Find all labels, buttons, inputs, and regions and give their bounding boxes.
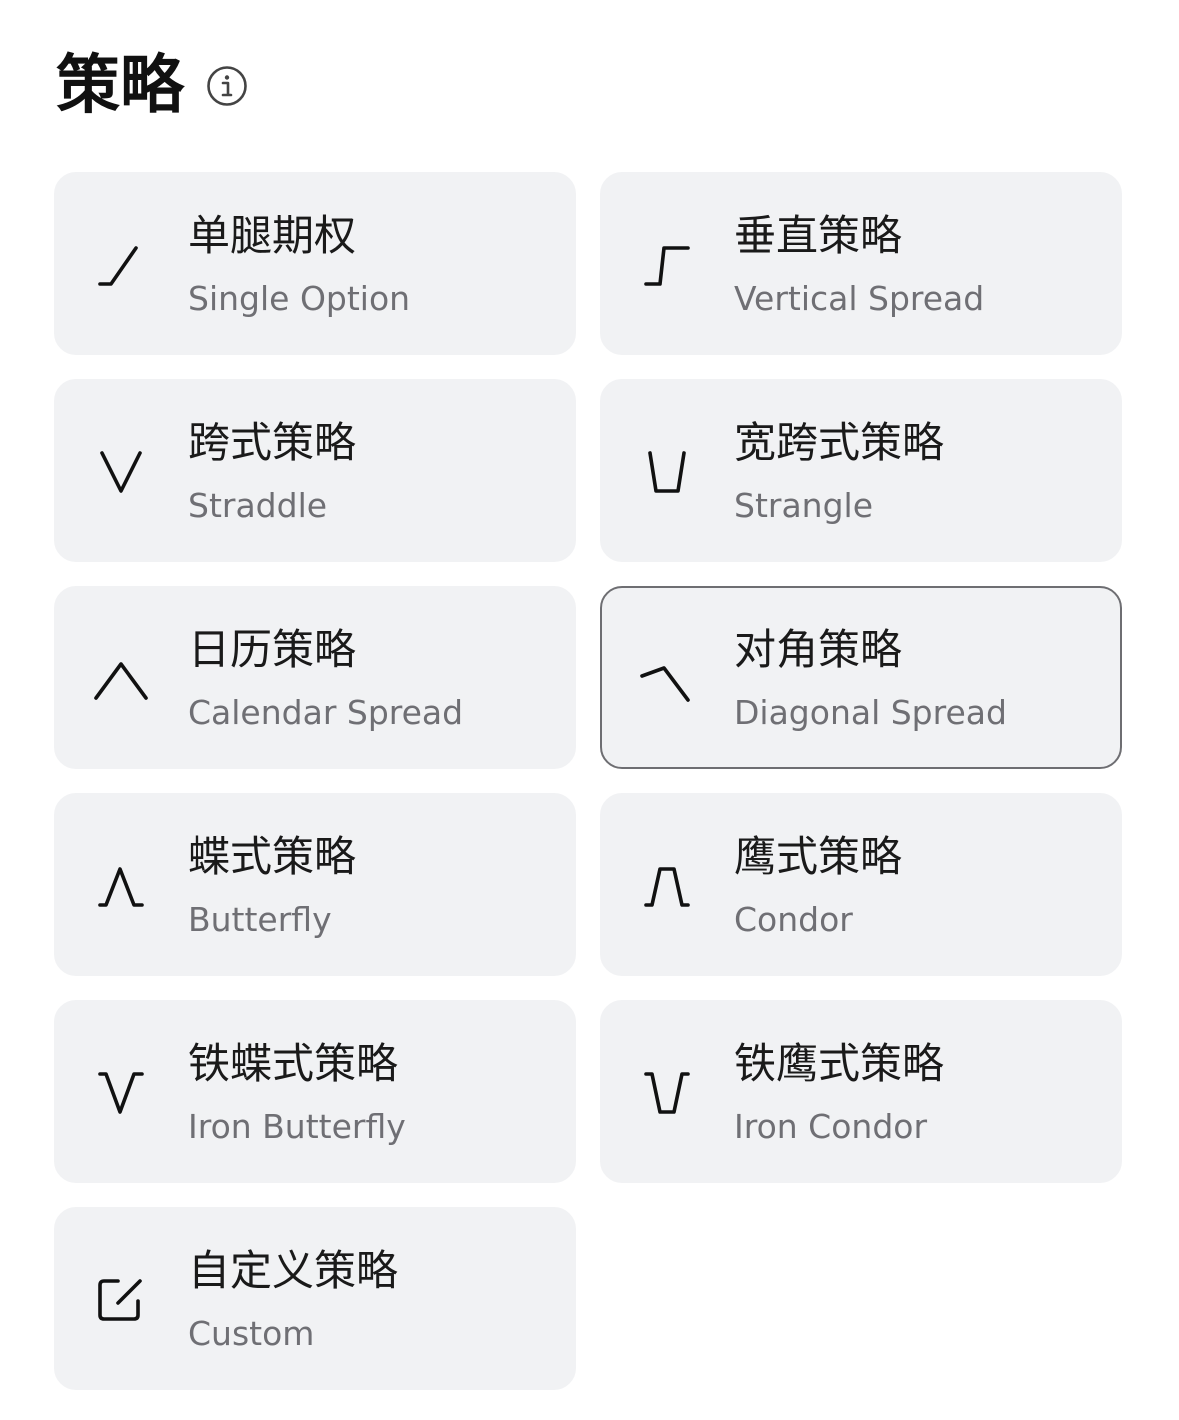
strategy-name-zh: 对角策略 (734, 625, 903, 674)
strategy-name-zh: 自定义策略 (188, 1246, 399, 1295)
strategy-name-en: Single Option (188, 279, 411, 318)
strategy-name-zh: 铁鹰式策略 (734, 1039, 945, 1088)
strategy-name-zh: 日历策略 (188, 625, 357, 674)
strategy-grid: 单腿期权 Single Option 垂直策略 Vertical Spread … (54, 172, 1122, 1390)
strategy-card-butterfly[interactable]: 蝶式策略 Butterfly (54, 793, 576, 976)
strategy-card-straddle[interactable]: 跨式策略 Straddle (54, 379, 576, 562)
strategy-card-vertical-spread[interactable]: 垂直策略 Vertical Spread (600, 172, 1122, 355)
strategy-name-en: Iron Butterfly (188, 1107, 406, 1146)
straddle-icon (92, 443, 150, 501)
calendar-spread-icon (92, 650, 150, 708)
strategy-name-zh: 蝶式策略 (188, 832, 357, 881)
strategy-name-en: Iron Condor (734, 1107, 928, 1146)
strategy-name-zh: 跨式策略 (188, 418, 357, 467)
strategy-card-strangle[interactable]: 宽跨式策略 Strangle (600, 379, 1122, 562)
strategy-name-en: Custom (188, 1314, 315, 1353)
strategy-name-zh: 铁蝶式策略 (188, 1039, 399, 1088)
strategy-card-custom[interactable]: 自定义策略 Custom (54, 1207, 576, 1390)
strategy-name-en: Strangle (734, 486, 874, 525)
iron-butterfly-icon (92, 1064, 150, 1122)
strategy-name-zh: 单腿期权 (188, 211, 357, 260)
strategy-name-en: Condor (734, 900, 853, 939)
butterfly-icon (92, 857, 150, 915)
strategy-name-en: Butterfly (188, 900, 332, 939)
strategy-name-en: Straddle (188, 486, 328, 525)
strategy-card-calendar-spread[interactable]: 日历策略 Calendar Spread (54, 586, 576, 769)
strategy-card-condor[interactable]: 鹰式策略 Condor (600, 793, 1122, 976)
diagonal-spread-icon (638, 650, 696, 708)
page-header: 策略 (56, 44, 248, 128)
strategy-name-zh: 鹰式策略 (734, 832, 903, 881)
info-icon[interactable] (206, 65, 248, 107)
strategy-name-en: Vertical Spread (734, 279, 985, 318)
strategy-name-zh: 垂直策略 (734, 211, 903, 260)
single-option-icon (92, 236, 150, 294)
strategy-card-single-option[interactable]: 单腿期权 Single Option (54, 172, 576, 355)
condor-icon (638, 857, 696, 915)
strategy-name-en: Calendar Spread (188, 693, 464, 732)
vertical-spread-icon (638, 236, 696, 294)
custom-edit-icon (92, 1271, 150, 1329)
strategy-name-zh: 宽跨式策略 (734, 418, 945, 467)
strangle-icon (638, 443, 696, 501)
strategy-card-iron-butterfly[interactable]: 铁蝶式策略 Iron Butterfly (54, 1000, 576, 1183)
strategy-card-iron-condor[interactable]: 铁鹰式策略 Iron Condor (600, 1000, 1122, 1183)
iron-condor-icon (638, 1064, 696, 1122)
strategy-name-en: Diagonal Spread (734, 693, 1007, 732)
strategy-card-diagonal-spread[interactable]: 对角策略 Diagonal Spread (600, 586, 1122, 769)
page-title: 策略 (56, 49, 184, 123)
